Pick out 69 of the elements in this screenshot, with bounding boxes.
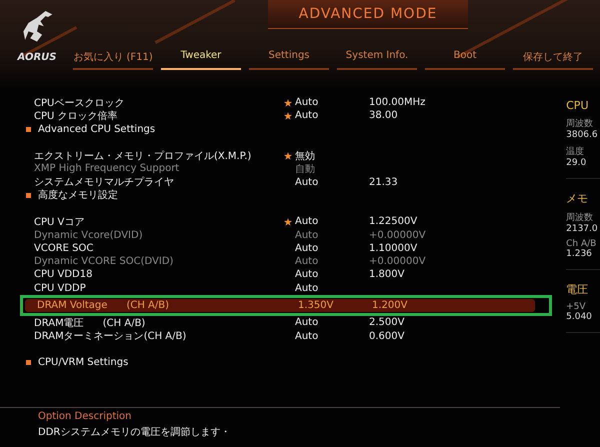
- monitor-value: 3806.6: [566, 130, 599, 140]
- monitor-label: 周波数: [566, 212, 594, 224]
- setting-mode[interactable]: Auto: [295, 216, 369, 228]
- tab[interactable]: Tweaker: [161, 50, 241, 70]
- setting-mode[interactable]: Auto: [295, 256, 369, 268]
- monitor-label: 周波数: [566, 118, 594, 130]
- monitor-value: 5.040: [566, 312, 593, 322]
- monitor-heading: CPU: [566, 99, 590, 112]
- mode-title: ADVANCED MODE: [298, 6, 438, 22]
- setting-mode[interactable]: Auto: [295, 230, 369, 241]
- setting-mode[interactable]: Auto: [295, 97, 369, 108]
- setting-label: VCORE SOC: [34, 242, 94, 254]
- monitor-value: 29.0: [566, 158, 588, 168]
- setting-label: Dynamic VCORE SOC(DVID): [34, 256, 174, 268]
- monitor-label: +5V: [566, 302, 587, 312]
- monitor-value: 2137.0: [566, 224, 599, 234]
- setting-value: 1.10000V: [369, 242, 418, 254]
- submenu-item[interactable]: CPU/VRM Settings: [38, 356, 128, 368]
- setting-label: DRAMターミネーション(CH A/B): [34, 330, 188, 344]
- tab[interactable]: System Info.: [337, 50, 417, 70]
- setting-mode[interactable]: Auto: [295, 110, 369, 122]
- bullet-icon: [26, 360, 31, 365]
- setting-value: 21.33: [369, 176, 399, 188]
- tab[interactable]: Settings: [249, 50, 329, 70]
- tab[interactable]: 保存して終了: [513, 50, 593, 70]
- setting-mode[interactable]: 自動: [295, 162, 369, 176]
- setting-mode[interactable]: 1.350V: [298, 300, 372, 311]
- setting-value: 1.200V: [372, 300, 408, 311]
- setting-label: Dynamic Vcore(DVID): [34, 230, 144, 241]
- bullet-icon: [26, 126, 31, 132]
- tab[interactable]: お気に入り (F11): [73, 50, 153, 70]
- setting-label: DRAM Voltage (CH A/B): [37, 300, 170, 311]
- description-heading: Option Description: [38, 411, 133, 422]
- monitor-heading: 電圧: [566, 282, 590, 297]
- description-text: DDRシステムメモリの電圧を調節します・: [38, 426, 232, 439]
- monitor-label: 温度: [566, 146, 586, 158]
- setting-value: 1.22500V: [369, 216, 418, 228]
- setting-value: 1.800V: [369, 269, 406, 280]
- monitor-heading: メモ: [566, 191, 590, 206]
- setting-mode[interactable]: Auto: [295, 317, 369, 328]
- monitor-value: 1.236: [566, 249, 593, 259]
- logo-text: AORUS: [18, 52, 56, 63]
- setting-label: CPUベースクロック: [34, 96, 126, 110]
- setting-value: 100.00MHz: [369, 97, 426, 108]
- setting-value: +0.00000V: [369, 230, 427, 241]
- setting-mode[interactable]: Auto: [295, 282, 369, 294]
- setting-label: XMP High Frequency Support: [34, 163, 180, 174]
- setting-label: CPU クロック倍率: [34, 110, 119, 123]
- setting-label: DRAM電圧 (CH A/B): [34, 316, 146, 330]
- setting-mode[interactable]: Auto: [295, 242, 369, 254]
- selected-row[interactable]: DRAM Voltage (CH A/B) 1.350V 1.200V: [25, 298, 535, 312]
- setting-mode[interactable]: Auto: [295, 269, 369, 280]
- setting-mode[interactable]: 無効: [295, 148, 369, 163]
- setting-mode[interactable]: Auto: [295, 176, 369, 188]
- setting-value: +0.00000V: [369, 256, 427, 268]
- bullet-icon: [26, 192, 31, 198]
- setting-mode[interactable]: Auto: [295, 330, 369, 342]
- setting-value: 0.600V: [369, 330, 406, 342]
- tab[interactable]: Boot: [425, 50, 505, 70]
- setting-value: 38.00: [369, 110, 399, 122]
- setting-label: CPU Vコア: [34, 216, 86, 229]
- submenu-item[interactable]: Advanced CPU Settings: [38, 124, 156, 135]
- submenu-item[interactable]: 高度なメモリ設定: [38, 188, 118, 202]
- setting-label: CPU VDD18: [34, 269, 94, 280]
- setting-value: 2.500V: [369, 317, 406, 328]
- setting-label: CPU VDDP: [34, 282, 87, 294]
- setting-label: システムメモリマルチプライヤ: [34, 176, 175, 190]
- setting-label: エクストリーム・メモリ・プロファイル(X.M.P.): [34, 150, 252, 163]
- monitor-label: Ch A/B: [566, 239, 598, 249]
